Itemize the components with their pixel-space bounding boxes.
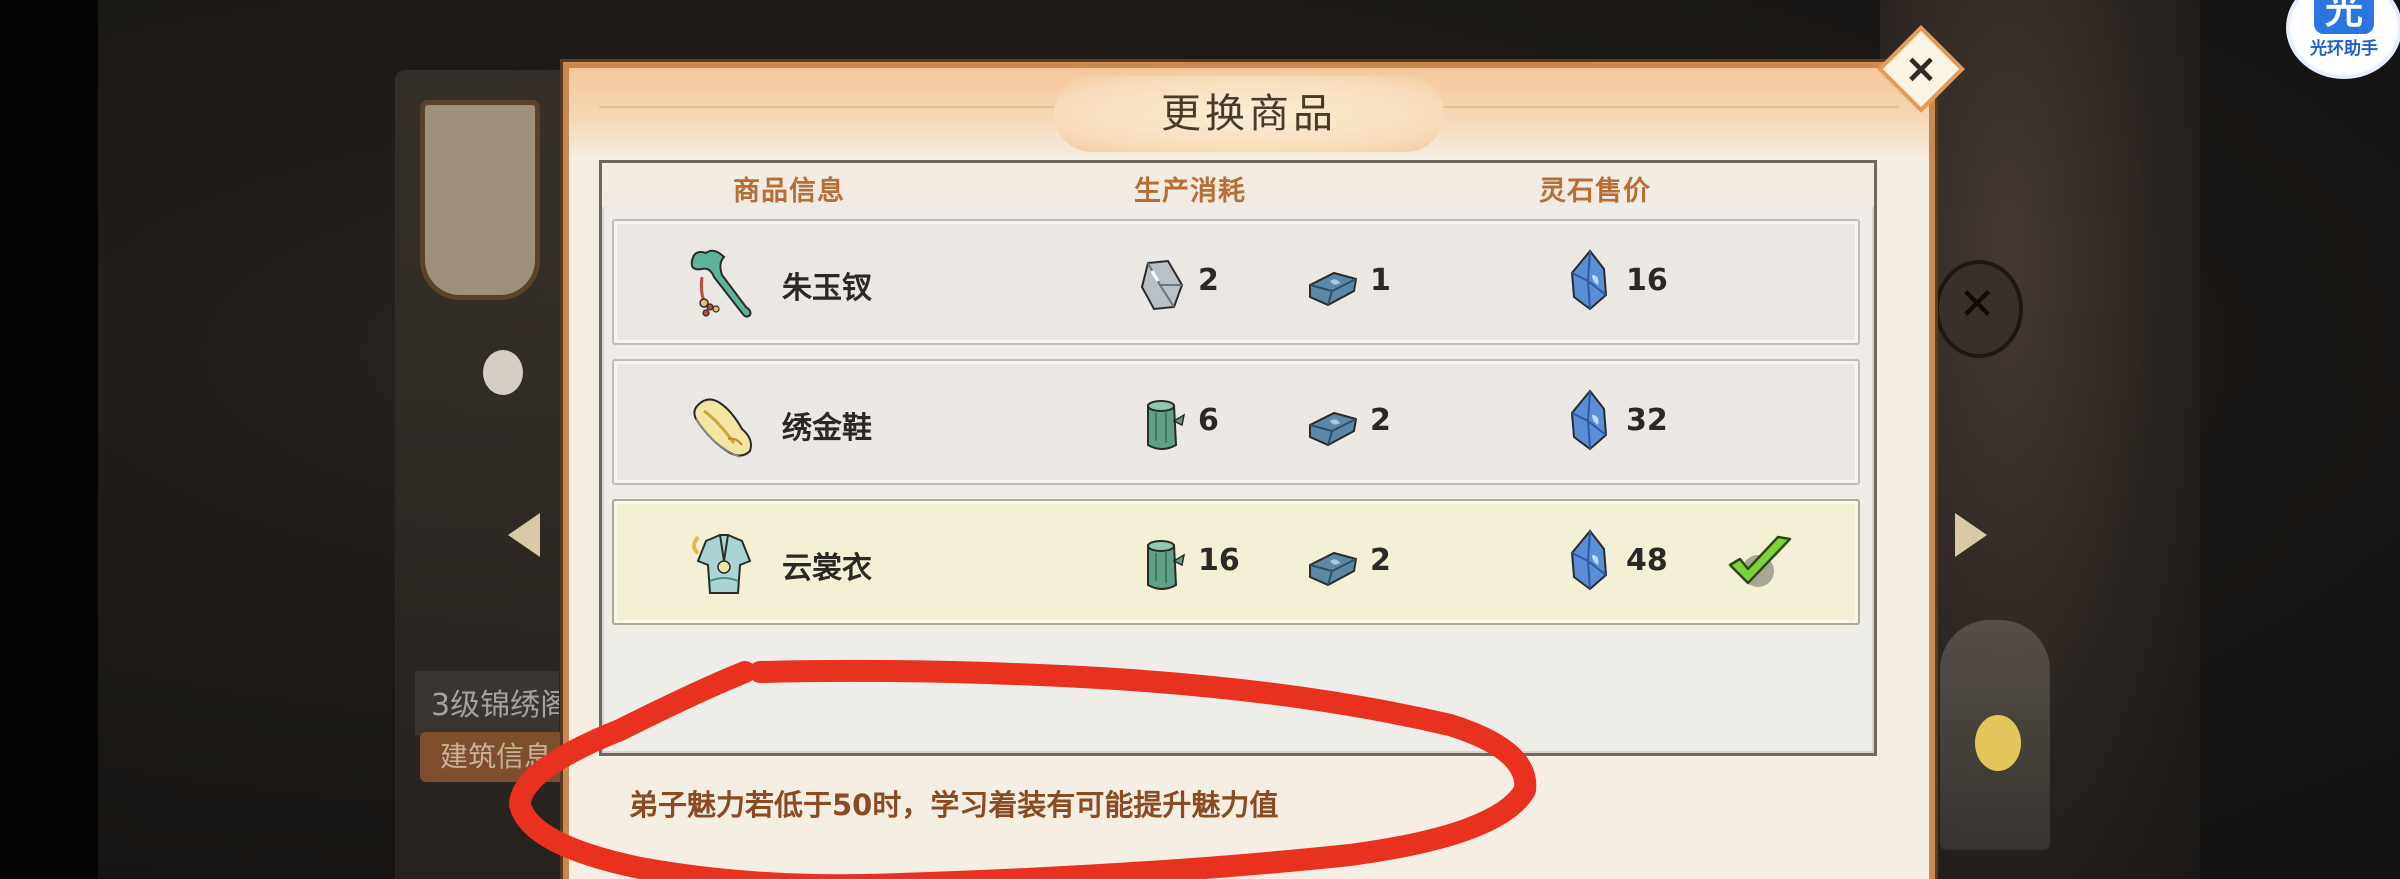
next-arrow-icon[interactable]: [1955, 513, 1987, 557]
watermark-text: 光环助手: [2310, 39, 2378, 59]
price-amount: 48: [1626, 543, 1668, 578]
price-amount: 16: [1626, 263, 1668, 298]
column-header-info: 商品信息: [733, 176, 845, 207]
cost-amount-1: 16: [1198, 543, 1240, 578]
product-table: 商品信息 生产消耗 灵石售价 朱玉钗 2 1 16 绣金鞋 6 2 32 云裳衣…: [599, 160, 1877, 756]
product-row-shoe[interactable]: 绣金鞋 6 2 32: [612, 359, 1860, 485]
building-level-label: 3级锦绣阁: [412, 668, 562, 738]
column-header-price: 灵石售价: [1539, 176, 1651, 207]
spirit-stone-icon: [1570, 249, 1608, 311]
wood-log-icon: [1147, 540, 1186, 590]
price-amount: 32: [1626, 403, 1668, 438]
cost-amount-2: 1: [1370, 263, 1391, 298]
background-lantern-right: ✕: [1935, 260, 2023, 358]
embroidered-shoe-icon: [693, 398, 752, 458]
background-banner: [420, 100, 540, 300]
stone-ore-icon: [1140, 259, 1184, 311]
prev-arrow-icon[interactable]: [508, 513, 540, 557]
change-product-dialog: 更换商品 商品信息 生产消耗 灵石售价 朱玉钗 2 1 16 绣金鞋 6 2 3…: [563, 62, 1935, 879]
watermark-glyph: 光: [2314, 0, 2374, 34]
dialog-header: 更换商品: [569, 68, 1929, 158]
iron-ingot-icon: [1309, 411, 1358, 447]
iron-ingot-icon: [1309, 551, 1358, 587]
lamp-glow: [1975, 715, 2021, 771]
cost-amount-2: 2: [1370, 543, 1391, 578]
product-name: 朱玉钗: [782, 271, 872, 306]
close-icon: ×: [1904, 46, 1938, 92]
cost-amount-1: 6: [1198, 403, 1219, 438]
background-lantern: [483, 350, 523, 395]
column-header-cost: 生产消耗: [1134, 176, 1246, 207]
spirit-stone-icon: [1570, 389, 1608, 451]
product-row-hairpin[interactable]: 朱玉钗 2 1 16: [612, 219, 1860, 345]
cloud-robe-icon: [692, 534, 752, 594]
hint-text: 弟子魅力若低于50时，学习着装有可能提升魅力值: [629, 788, 1279, 822]
iron-ingot-icon: [1309, 271, 1358, 307]
selected-check-icon: [1728, 535, 1792, 587]
product-name: 云裳衣: [782, 551, 872, 586]
cost-amount-1: 2: [1198, 263, 1219, 298]
wood-log-icon: [1147, 400, 1186, 450]
spirit-stone-icon: [1570, 529, 1608, 591]
title-plate: 更换商品: [1054, 76, 1444, 152]
lantern-mark-icon: ✕: [1958, 279, 1996, 330]
product-row-robe[interactable]: 云裳衣 16 2 48: [612, 499, 1860, 625]
building-info-button[interactable]: 建筑信息: [420, 732, 565, 782]
table-header: 商品信息 生产消耗 灵石售价: [602, 163, 1874, 207]
dialog-title: 更换商品: [1161, 91, 1337, 137]
product-name: 绣金鞋: [782, 411, 872, 446]
cost-amount-2: 2: [1370, 403, 1391, 438]
game-screen: ✕ 3级锦绣阁 建筑信息 光 光环助手 更换商品 商品信息 生产消耗 灵石售价: [0, 0, 2400, 879]
hairpin-icon: [690, 249, 752, 318]
